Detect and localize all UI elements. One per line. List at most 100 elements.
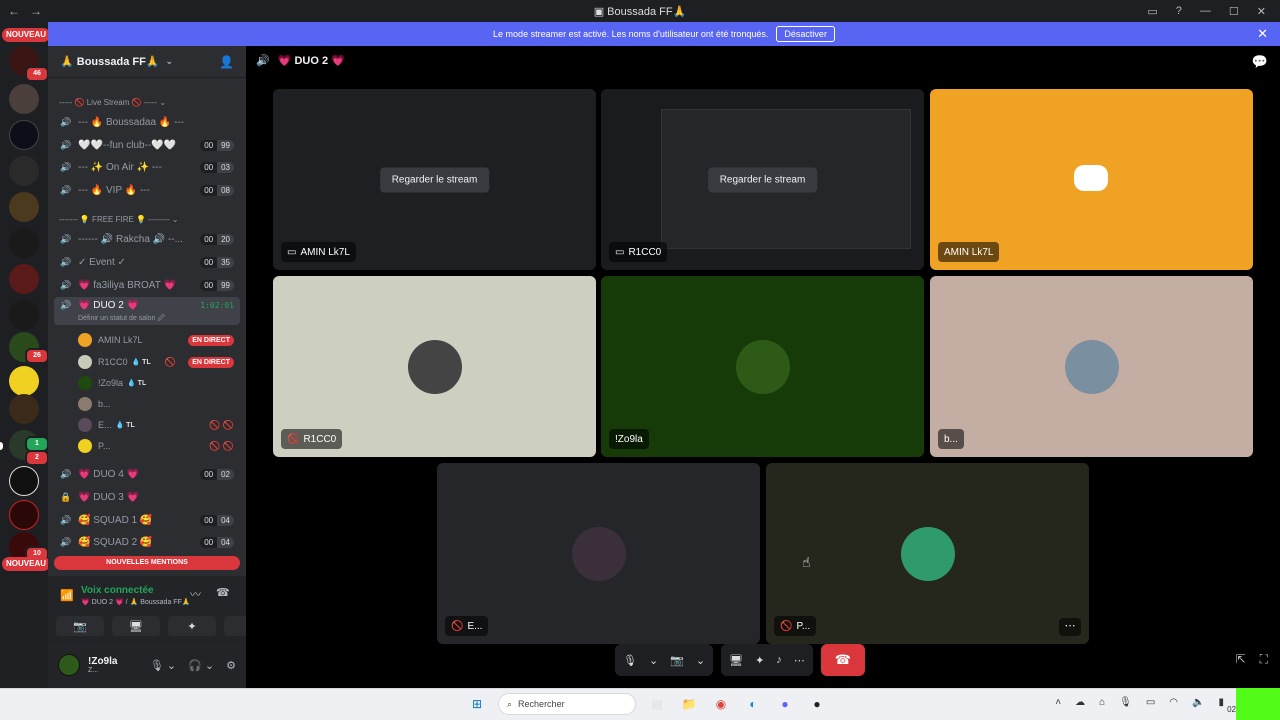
voice-user[interactable]: R1CC0 💧 TL 🚫 EN DIRECT bbox=[78, 352, 238, 372]
voice-channel[interactable]: 🔊 ------ 🔊 Rakcha 🔊 --... 00 20 bbox=[54, 229, 240, 249]
participant-tile[interactable]: AMIN Lk7L bbox=[930, 89, 1253, 270]
server-header[interactable]: 🙏 Boussada FF🙏 ⌄ 👤 bbox=[48, 46, 246, 78]
activities-icon[interactable]: ✦ bbox=[755, 654, 764, 667]
participant-tile[interactable]: !Zo9la bbox=[601, 276, 924, 457]
settings-gear-icon[interactable]: ⚙ bbox=[226, 659, 236, 672]
category-live-stream[interactable]: ----- 🚫 Live Stream 🚫 ----- ⌄ bbox=[59, 98, 166, 107]
watch-stream-button[interactable]: Regarder le stream bbox=[379, 167, 490, 192]
screen-share-icon[interactable]: 🖥 bbox=[729, 654, 743, 667]
discord-taskbar-icon[interactable]: ● bbox=[774, 693, 796, 715]
task-view-icon[interactable]: ▤ bbox=[646, 693, 668, 715]
inbox-icon[interactable]: ▭ bbox=[1147, 5, 1157, 18]
help-icon[interactable]: ? bbox=[1176, 5, 1182, 17]
volume-icon[interactable]: 🔈 bbox=[1192, 697, 1204, 708]
hang-up-button[interactable]: ☎ bbox=[820, 644, 865, 676]
server-icon[interactable] bbox=[9, 192, 39, 222]
pop-out-icon[interactable]: ⇱ bbox=[1236, 652, 1246, 667]
server-icon[interactable] bbox=[9, 394, 39, 424]
voice-user[interactable]: !Zo9la 💧 TL bbox=[78, 373, 238, 393]
voice-status[interactable]: Voix connectée bbox=[81, 585, 154, 596]
cloud-icon[interactable]: ☁ bbox=[1075, 697, 1085, 708]
wifi-icon[interactable]: ◠ bbox=[1169, 697, 1178, 708]
microphone-icon[interactable]: 🎙 bbox=[623, 654, 637, 667]
avatar[interactable] bbox=[58, 654, 80, 676]
server-icon[interactable] bbox=[9, 366, 39, 396]
chevron-down-icon[interactable]: ⌄ bbox=[696, 654, 705, 667]
microphone-icon[interactable]: 🎙 ⌄ bbox=[150, 659, 176, 672]
voice-user[interactable]: E... 💧 TL 🚫 🚫 bbox=[78, 415, 238, 435]
fullscreen-icon[interactable]: ⛶ bbox=[1260, 652, 1268, 667]
soundboard-icon[interactable]: ♪ bbox=[776, 654, 782, 666]
voice-user[interactable]: P... 🚫 🚫 bbox=[78, 436, 238, 456]
voice-channel[interactable]: 🔊 --- ✨ On Air ✨ --- 00 03 bbox=[54, 157, 240, 177]
participant-tile[interactable]: 🚫 P... ⋯ bbox=[766, 463, 1089, 644]
participant-name: b... bbox=[938, 429, 964, 449]
participant-tile[interactable]: 🚫 E... bbox=[437, 463, 760, 644]
stream-tile[interactable]: Regarder le stream ▭ R1CC0 bbox=[601, 89, 924, 270]
server-icon[interactable] bbox=[9, 300, 39, 330]
clock[interactable]: 02 bbox=[1227, 705, 1236, 714]
forward-arrow-icon[interactable]: → bbox=[30, 4, 42, 18]
user-name: E... bbox=[98, 420, 112, 430]
mouse-cursor-icon: ☝ bbox=[802, 554, 811, 570]
server-icon[interactable] bbox=[9, 466, 39, 496]
add-member-icon[interactable]: 👤 bbox=[219, 55, 234, 69]
server-icon[interactable] bbox=[9, 228, 39, 258]
camera-toggle-button[interactable]: 📷 bbox=[56, 616, 104, 636]
voice-user[interactable]: b... bbox=[78, 394, 238, 414]
camera-off-icon[interactable]: 📷 bbox=[670, 654, 684, 667]
new-mentions-button[interactable]: NOUVELLES MENTIONS bbox=[54, 556, 240, 570]
category-free-fire[interactable]: ------- 💡 FREE FIRE 💡 -------- ⌄ bbox=[59, 215, 178, 224]
noise-suppression-icon[interactable]: 〰 bbox=[190, 586, 201, 602]
battery-icon[interactable]: ▮ bbox=[1218, 697, 1224, 708]
close-icon[interactable]: ✕ bbox=[1257, 26, 1268, 42]
voice-channel[interactable]: 🔊 --- 🔥 VIP 🔥 --- 00 08 bbox=[54, 180, 240, 200]
stream-tile[interactable]: Regarder le stream ▭ AMIN Lk7L bbox=[273, 89, 596, 270]
disable-streamer-mode-button[interactable]: Désactiver bbox=[776, 26, 835, 42]
voice-channel[interactable]: 🔊 --- 🔥 Boussadaa 🔥 --- bbox=[54, 112, 240, 132]
participant-tile[interactable]: 🚫 R1CC0 bbox=[273, 276, 596, 457]
chrome-icon[interactable]: ◉ bbox=[710, 693, 732, 715]
server-icon[interactable] bbox=[9, 264, 39, 294]
more-options-icon[interactable]: ⋯ bbox=[1059, 618, 1081, 636]
file-explorer-icon[interactable]: 📁 bbox=[678, 693, 700, 715]
microphone-tray-icon[interactable]: 🎙 bbox=[1119, 697, 1132, 708]
voice-channel-active[interactable]: 🔊 💗 DUO 2 💗 1:02:01 Définir un statut de… bbox=[54, 297, 240, 325]
signal-icon[interactable]: 📶 bbox=[60, 589, 74, 602]
voice-user[interactable]: AMIN Lk7L EN DIRECT bbox=[78, 330, 238, 350]
voice-channel[interactable]: 🔊 🤍🤍--fun club--🤍🤍 00 99 bbox=[54, 135, 240, 155]
voice-channel[interactable]: 🔊 💗 fa3iliya BROAT 💗 00 99 bbox=[54, 275, 240, 295]
set-channel-status[interactable]: Définir un statut de salon 🖉 bbox=[78, 314, 165, 325]
headphones-icon[interactable]: 🎧 ⌄ bbox=[188, 659, 214, 672]
maximize-icon[interactable]: ☐ bbox=[1229, 5, 1239, 18]
chevron-up-icon[interactable]: ˄ bbox=[1055, 697, 1061, 708]
server-icon[interactable] bbox=[9, 156, 39, 186]
close-window-icon[interactable]: ✕ bbox=[1257, 5, 1266, 18]
edge-icon[interactable]: ◐ bbox=[742, 693, 764, 715]
screen-share-button[interactable]: 🖥 bbox=[112, 616, 160, 636]
network-icon[interactable]: ⌂ bbox=[1099, 697, 1105, 708]
app-taskbar-icon[interactable]: ● bbox=[806, 693, 828, 715]
minimize-icon[interactable]: — bbox=[1200, 5, 1211, 17]
server-icon[interactable] bbox=[9, 500, 39, 530]
more-icon[interactable]: ⋯ bbox=[794, 654, 805, 667]
server-icon[interactable] bbox=[9, 84, 39, 114]
display-icon[interactable]: ▭ bbox=[1146, 697, 1155, 708]
voice-channel[interactable]: 🔊 💗 DUO 4 💗 00 02 bbox=[54, 464, 240, 484]
avatar bbox=[1064, 339, 1119, 394]
chevron-down-icon[interactable]: ⌄ bbox=[649, 654, 658, 667]
voice-channel[interactable]: 🔊 🥰 SQUAD 2 🥰 00 04 bbox=[54, 532, 240, 552]
taskbar-search[interactable]: ⌕ Rechercher bbox=[498, 693, 636, 715]
back-arrow-icon[interactable]: ← bbox=[8, 4, 20, 18]
voice-channel[interactable]: 🔊 🥰 SQUAD 1 🥰 00 04 bbox=[54, 510, 240, 530]
voice-channel[interactable]: 🔊 ✓ Event ✓ 00 35 bbox=[54, 252, 240, 272]
activities-button[interactable]: ✦ bbox=[168, 616, 216, 636]
server-icon[interactable] bbox=[9, 120, 39, 150]
voice-channel-locked[interactable]: 🔒 💗 DUO 3 💗 bbox=[54, 487, 240, 507]
disconnect-icon[interactable]: ☎ bbox=[216, 586, 230, 599]
watch-stream-button[interactable]: Regarder le stream bbox=[707, 167, 818, 192]
windows-start-icon[interactable]: ⊞ bbox=[466, 693, 488, 715]
voice-location[interactable]: 💗 DUO 2 💗 / 🙏 Boussada FF🙏 bbox=[81, 598, 191, 606]
participant-tile[interactable]: b... bbox=[930, 276, 1253, 457]
chat-icon[interactable]: 💬 bbox=[1252, 54, 1268, 70]
